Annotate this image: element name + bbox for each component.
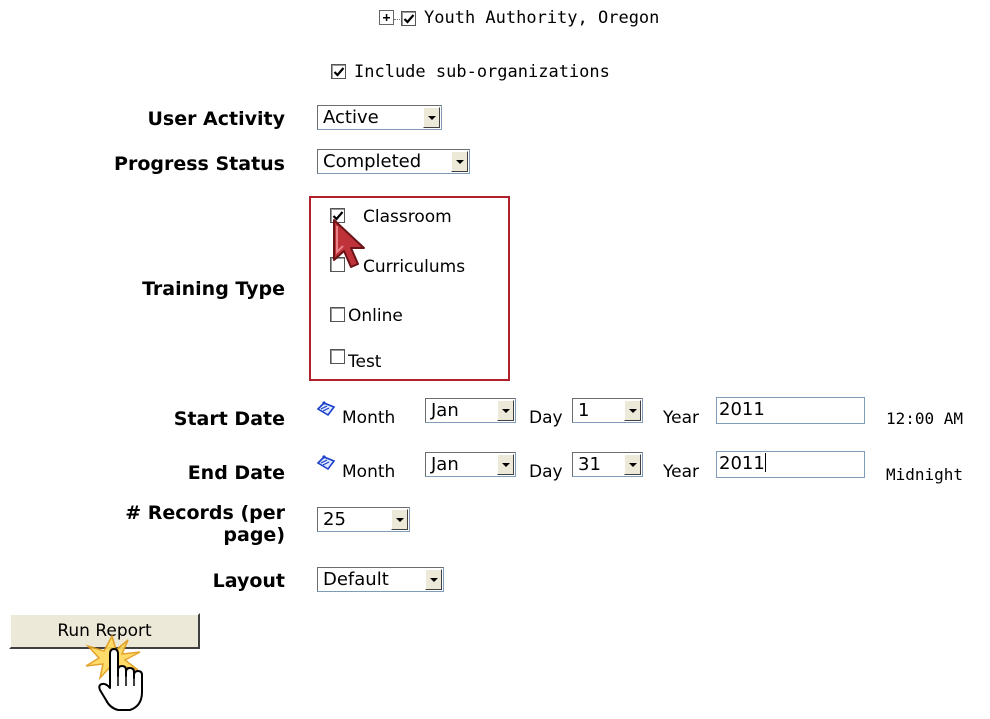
text-caret [764,453,766,472]
calendar-icon[interactable] [315,400,337,420]
records-per-page-label-line2: page) [223,524,285,546]
layout-label: Layout [212,570,285,592]
training-type-label-test: Test [348,352,382,372]
organization-checkbox[interactable] [401,11,416,26]
checkmark-icon [333,67,345,77]
calendar-icon[interactable] [315,454,337,474]
expand-node-icon[interactable] [379,10,394,25]
end-month-label: Month [342,462,396,482]
dropdown-arrow-icon[interactable] [624,400,641,421]
dropdown-arrow-icon[interactable] [423,107,440,128]
progress-status-label: Progress Status [114,153,285,175]
end-year-value: 2011 [719,453,765,474]
start-day-value: 1 [578,400,590,421]
start-day-label: Day [529,408,563,428]
start-year-input[interactable]: 2011 [716,397,865,424]
progress-status-select[interactable]: Completed [317,149,470,174]
end-day-value: 31 [578,454,601,475]
dropdown-arrow-icon[interactable] [425,569,442,590]
mouse-pointer-icon [333,219,365,268]
start-year-label: Year [663,408,699,428]
training-type-label-classroom: Classroom [363,207,452,227]
layout-value: Default [323,569,389,590]
records-per-page-select[interactable]: 25 [317,507,410,532]
start-month-value: Jan [431,400,459,421]
training-type-label-online: Online [348,306,403,326]
start-month-label: Month [342,408,396,428]
include-sub-organizations-checkbox[interactable] [331,64,346,79]
training-type-checkbox-test[interactable] [330,349,345,364]
user-activity-select[interactable]: Active [317,105,442,130]
dropdown-arrow-icon[interactable] [497,454,514,475]
organization-label: Youth Authority, Oregon [424,8,660,28]
dropdown-arrow-icon[interactable] [391,509,408,530]
records-per-page-value: 25 [323,509,346,530]
start-day-select[interactable]: 1 [572,398,643,423]
start-date-label: Start Date [173,408,285,430]
user-activity-label: User Activity [147,108,285,130]
end-year-label: Year [663,462,699,482]
user-activity-value: Active [323,107,379,128]
checkmark-icon [403,14,415,24]
end-day-label: Day [529,462,563,482]
dropdown-arrow-icon[interactable] [497,400,514,421]
end-year-input[interactable]: 2011 [716,451,865,478]
hand-pointer-icon [98,648,143,711]
progress-status-value: Completed [323,151,422,172]
include-sub-organizations-label: Include sub-organizations [354,62,610,82]
start-month-select[interactable]: Jan [425,398,516,423]
records-per-page-label-line1: # Records (per [125,502,285,524]
tree-connector [394,19,400,20]
end-day-select[interactable]: 31 [572,452,643,477]
end-date-label: End Date [187,462,285,484]
training-type-label-curriculums: Curriculums [363,257,466,277]
training-type-label: Training Type [142,278,285,300]
dropdown-arrow-icon[interactable] [451,151,468,172]
end-time-label: Midnight [886,465,964,484]
dropdown-arrow-icon[interactable] [624,454,641,475]
training-type-checkbox-online[interactable] [330,307,345,322]
end-month-value: Jan [431,454,459,475]
start-time-label: 12:00 AM [886,409,964,428]
end-month-select[interactable]: Jan [425,452,516,477]
layout-select[interactable]: Default [317,567,444,592]
